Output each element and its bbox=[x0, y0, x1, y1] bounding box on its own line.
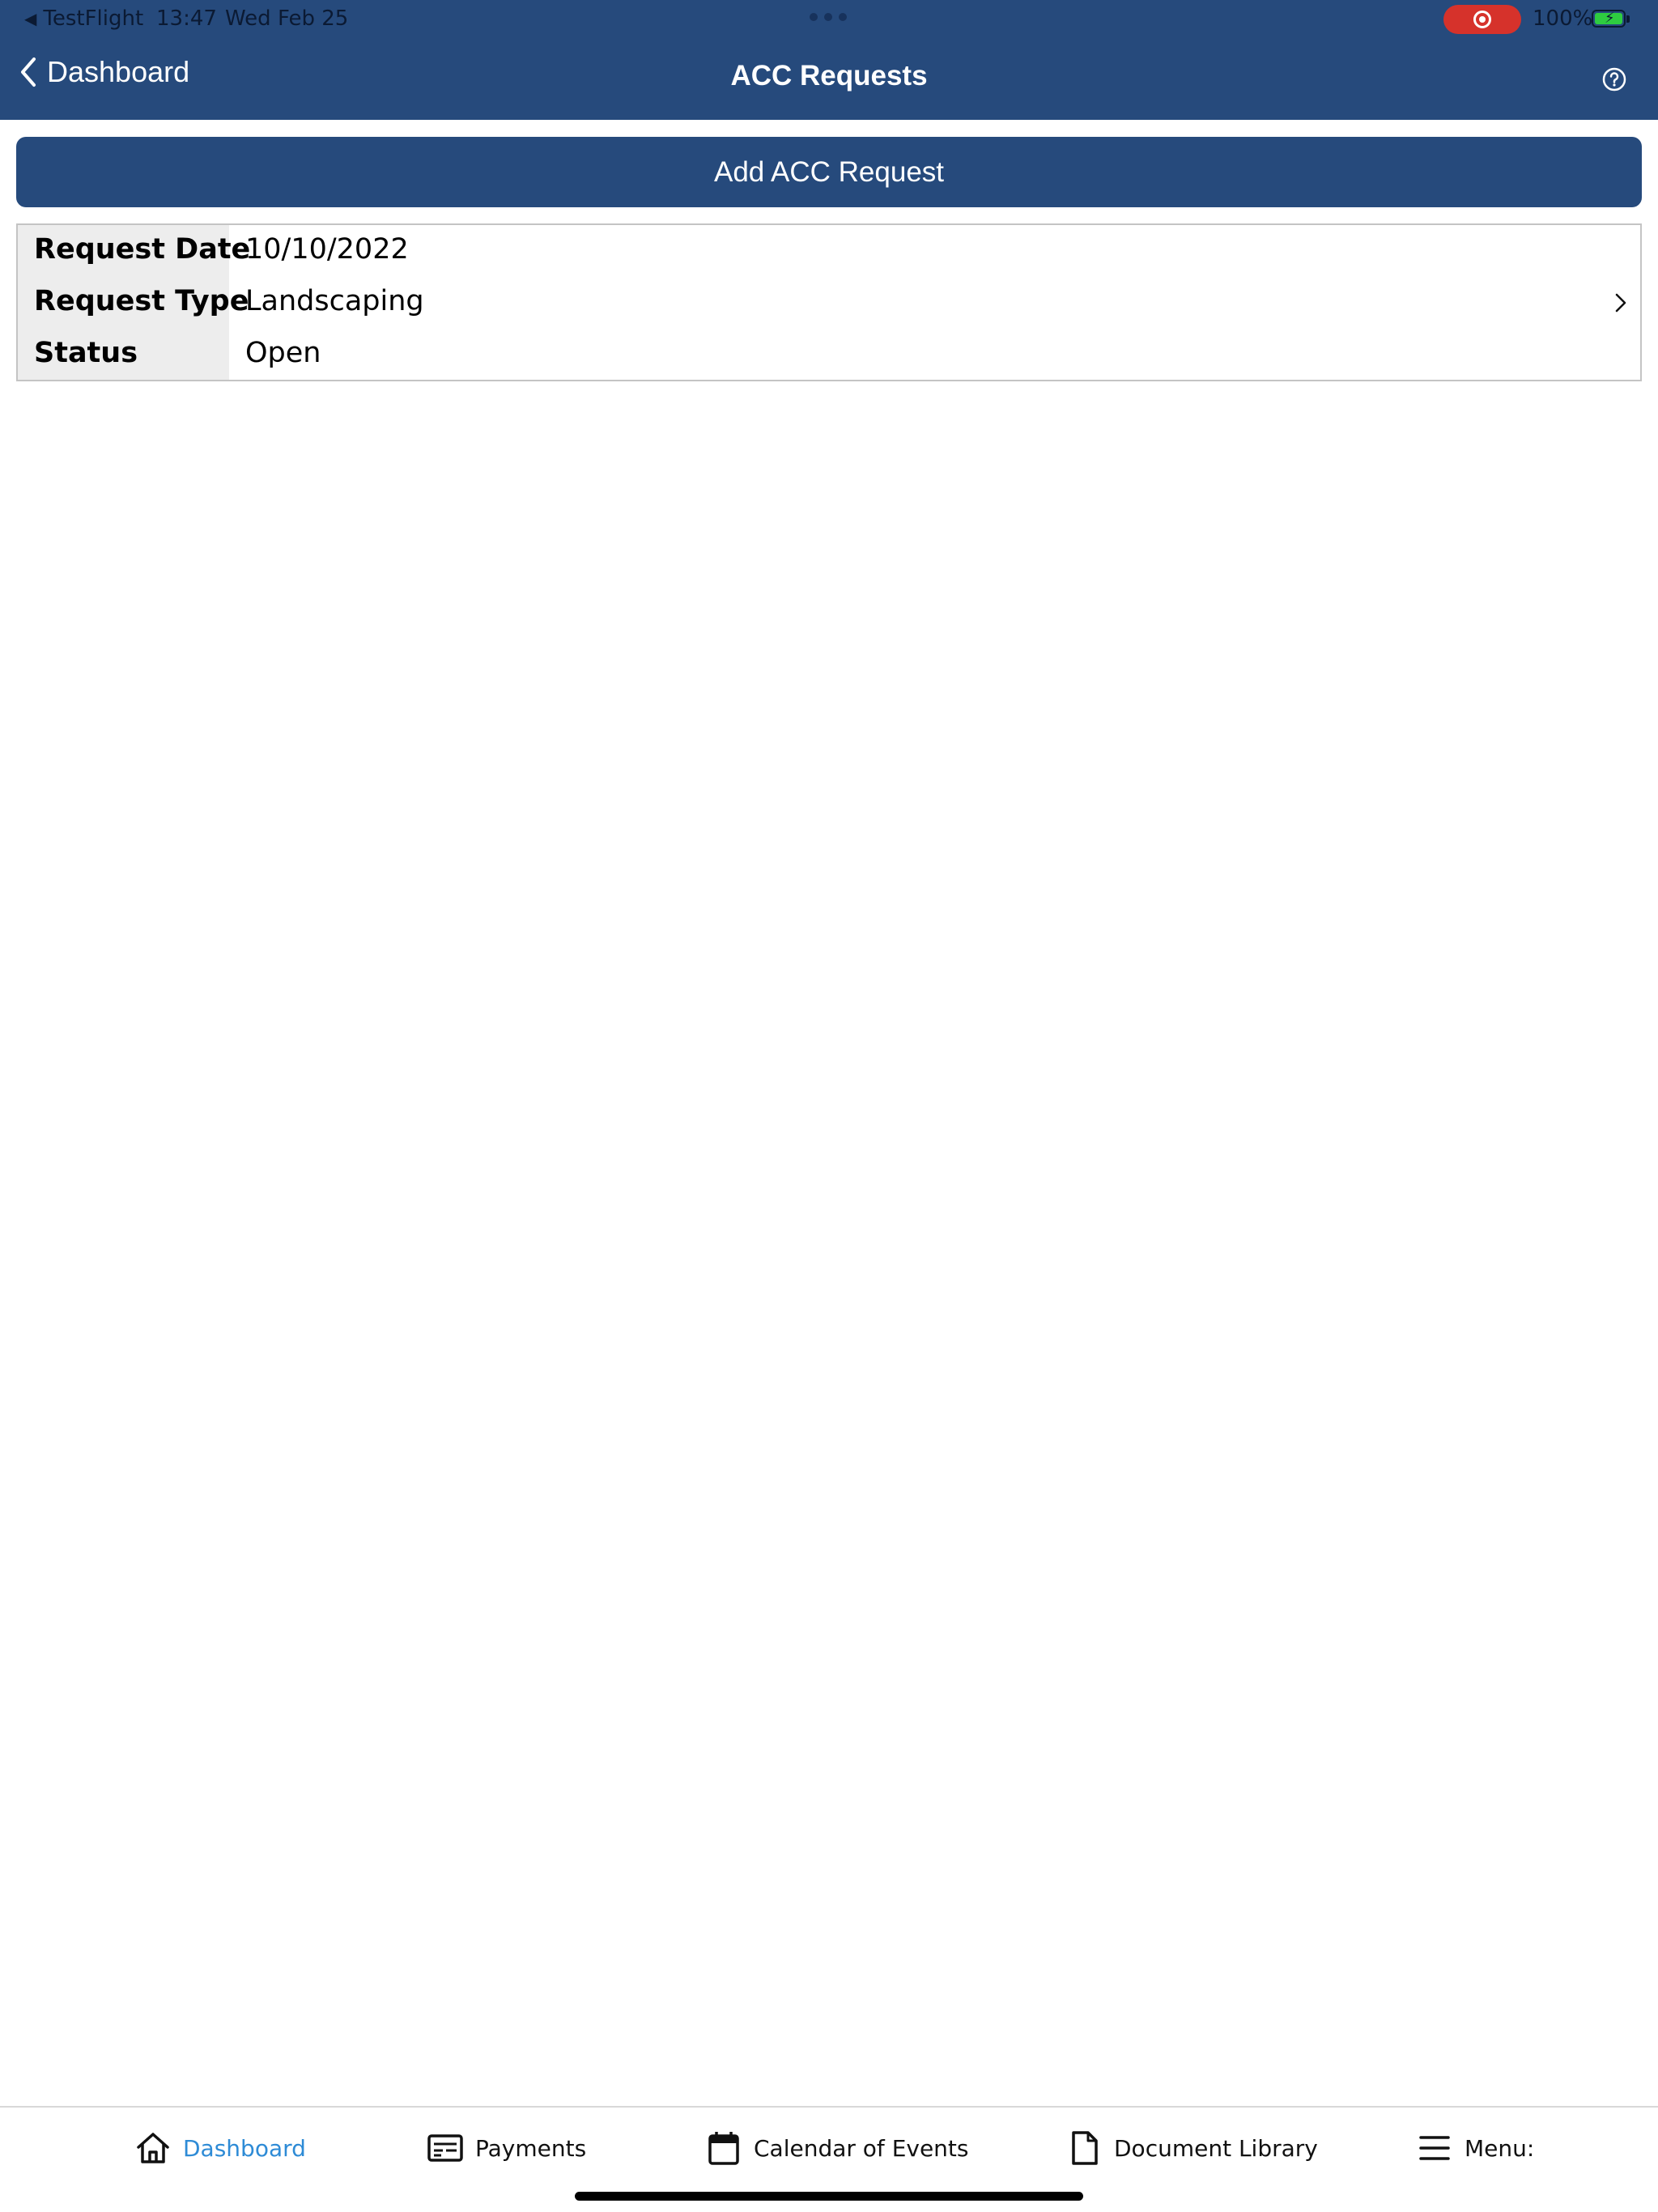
request-type-value: Landscaping bbox=[245, 285, 424, 317]
home-icon bbox=[137, 2133, 169, 2163]
screen-recording-indicator[interactable] bbox=[1443, 5, 1521, 34]
tab-document-library-label: Document Library bbox=[1114, 2134, 1318, 2162]
request-date-row: Request Date 10/10/2022 bbox=[18, 225, 1640, 277]
page-title: ACC Requests bbox=[730, 60, 928, 91]
hamburger-menu-icon bbox=[1419, 2136, 1450, 2160]
request-type-label: Request Type bbox=[34, 285, 249, 317]
document-icon bbox=[1072, 2131, 1098, 2165]
request-type-row: Request Type Landscaping bbox=[18, 277, 1640, 329]
tab-menu[interactable]: Menu: bbox=[1416, 2129, 1534, 2167]
back-app-label: TestFlight bbox=[43, 6, 144, 31]
chevron-right-icon bbox=[1615, 293, 1626, 313]
tab-payments-label: Payments bbox=[475, 2134, 587, 2162]
status-date: Wed Feb 25 bbox=[225, 6, 349, 31]
payment-card-icon bbox=[427, 2134, 463, 2162]
back-to-app[interactable]: ◀ TestFlight bbox=[24, 6, 143, 31]
request-list-item[interactable]: Request Date 10/10/2022 Request Type Lan… bbox=[16, 223, 1642, 381]
tab-dashboard[interactable]: Dashboard bbox=[134, 2129, 306, 2167]
add-acc-request-button[interactable]: Add ACC Request bbox=[16, 137, 1642, 207]
tab-document-library[interactable]: Document Library bbox=[1065, 2129, 1318, 2167]
status-label: Status bbox=[34, 337, 138, 369]
help-icon[interactable] bbox=[1601, 66, 1627, 92]
battery-percent: 100% bbox=[1533, 6, 1593, 31]
status-row: Status Open bbox=[18, 329, 1640, 381]
multitasking-dots-icon[interactable] bbox=[810, 13, 847, 21]
status-time: 13:47 bbox=[156, 6, 217, 31]
tab-calendar-of-events[interactable]: Calendar of Events bbox=[705, 2129, 969, 2167]
tab-payments[interactable]: Payments bbox=[427, 2129, 586, 2167]
nav-bar: Dashboard ACC Requests bbox=[0, 37, 1658, 120]
request-date-label: Request Date bbox=[34, 233, 251, 266]
tab-menu-label: Menu: bbox=[1465, 2134, 1535, 2162]
status-value: Open bbox=[245, 337, 321, 369]
status-bar: ◀ TestFlight 13:47 Wed Feb 25 100% ⚡ bbox=[0, 0, 1658, 37]
battery-charging-icon: ⚡ bbox=[1592, 10, 1630, 28]
record-icon bbox=[1473, 11, 1491, 28]
tab-calendar-label: Calendar of Events bbox=[754, 2134, 969, 2162]
calendar-icon bbox=[708, 2132, 739, 2165]
request-date-value: 10/10/2022 bbox=[245, 233, 409, 266]
tab-dashboard-label: Dashboard bbox=[183, 2134, 306, 2162]
home-indicator[interactable] bbox=[575, 2192, 1083, 2201]
back-triangle-icon: ◀ bbox=[24, 9, 37, 28]
acc-requests-screen: ◀ TestFlight 13:47 Wed Feb 25 100% ⚡ Das… bbox=[0, 0, 1658, 2212]
header: ◀ TestFlight 13:47 Wed Feb 25 100% ⚡ Das… bbox=[0, 0, 1658, 120]
